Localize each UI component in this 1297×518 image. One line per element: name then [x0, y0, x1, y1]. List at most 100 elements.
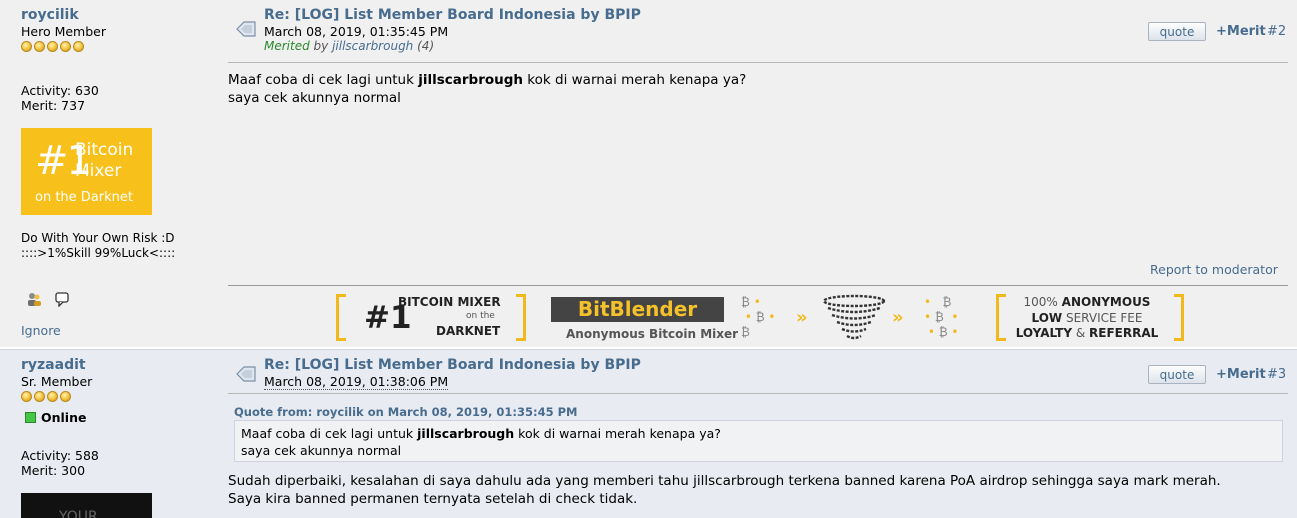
online-label: Online	[41, 410, 87, 425]
post-body: Sudah diperbaiki, kesalahan di saya dahu…	[228, 472, 1221, 508]
star-icon	[34, 391, 45, 402]
merit-button[interactable]: +Merit	[1216, 367, 1266, 382]
poster-info: ryzaadit Sr. Member Online Activity: 588…	[0, 350, 205, 518]
post-2: roycilik Hero Member Activity: 630 Merit…	[0, 0, 1297, 347]
activity-stat: Activity: 588	[21, 448, 99, 463]
signature-divider	[228, 285, 1288, 286]
post-date: March 08, 2019, 01:35:45 PM	[264, 24, 449, 39]
banner-l3: DARKNET	[436, 324, 501, 338]
quote-header-link[interactable]: Quote from: roycilik on March 08, 2019, …	[234, 405, 578, 419]
poster-info: roycilik Hero Member Activity: 630 Merit…	[0, 0, 205, 347]
bracket-left	[336, 294, 346, 341]
bitcoin-coins-icon: • ₿ • ₿ • • ₿ •	[924, 295, 959, 339]
quote-line: Maaf coba di cek lagi untuk jillscarbrou…	[241, 425, 1276, 442]
merited-count: (4)	[417, 39, 435, 53]
banner-r3a: LOYALTY	[1015, 326, 1073, 340]
star-icon	[34, 41, 45, 52]
banner-brand: BitBlender	[551, 297, 724, 322]
banner-r1b: ANONYMOUS	[1061, 295, 1151, 309]
post-3: ryzaadit Sr. Member Online Activity: 588…	[0, 349, 1297, 518]
avatar-line1: Bitcoin	[75, 140, 134, 160]
user-rank: Hero Member	[21, 24, 106, 39]
banner-r3: LOYALTY & REFERRAL	[996, 326, 1178, 341]
report-to-moderator-link[interactable]: Report to moderator	[1150, 262, 1278, 277]
avatar-line2: Mixer	[75, 161, 122, 181]
quote-button[interactable]: quote	[1148, 22, 1206, 41]
online-icon	[25, 412, 36, 423]
divider	[228, 393, 1288, 394]
merit-button[interactable]: +Merit	[1216, 24, 1266, 39]
avatar: #1 Bitcoin Mixer on the Darknet	[21, 128, 152, 215]
banner-l1: BITCOIN MIXER	[398, 295, 501, 309]
body-text: kok di warnai merah kenapa ya?	[523, 72, 747, 88]
divider	[228, 62, 1288, 63]
merited-label: Merited	[264, 39, 310, 53]
star-icon	[60, 41, 71, 52]
post-number-link[interactable]: #3	[1267, 367, 1286, 382]
star-icon	[21, 391, 32, 402]
banner-r2: LOW SERVICE FEE	[996, 311, 1178, 326]
ignore-link[interactable]: Ignore	[21, 323, 61, 338]
post-subject-link[interactable]: Re: [LOG] List Member Board Indonesia by…	[264, 7, 641, 23]
merited-by: by	[313, 39, 329, 53]
banner-l2: on the	[466, 311, 495, 321]
star-icon	[21, 41, 32, 52]
banner-brand-sub: Anonymous Bitcoin Mixer	[566, 327, 739, 341]
post-date: March 08, 2019, 01:38:06 PM	[264, 374, 449, 390]
avatar: YOUR	[21, 493, 152, 518]
quote-bold-text: jillscarbrough	[417, 426, 515, 441]
rank-stars	[21, 391, 73, 402]
bracket-right	[1174, 294, 1184, 341]
online-status: Online	[25, 410, 86, 425]
bitcoin-coins-icon: ₿ • • ₿ • ₿	[741, 295, 776, 339]
avatar-text: Bitcoin Mixer	[75, 140, 133, 182]
post-icon	[236, 21, 256, 37]
post-body-line: saya cek akunnya normal	[228, 90, 401, 106]
activity-stat: Activity: 630	[21, 83, 99, 98]
banner-r1a: 100%	[1023, 295, 1062, 309]
body-bold-text: jillscarbrough	[418, 72, 524, 88]
body-text: Maaf coba di cek lagi untuk	[228, 72, 419, 88]
banner-r3b: &	[1072, 326, 1090, 340]
post-body-line: Sudah diperbaiki, kesalahan di saya dahu…	[228, 473, 1221, 489]
star-icon	[47, 41, 58, 52]
rank-stars	[21, 41, 86, 52]
profile-icon[interactable]	[26, 291, 42, 311]
post-body-line: Maaf coba di cek lagi untuk jillscarbrou…	[228, 71, 746, 89]
user-rank: Sr. Member	[21, 374, 93, 389]
merited-user-link[interactable]: jillscarbrough	[332, 39, 413, 53]
message-icon[interactable]	[54, 291, 70, 311]
post-number-link[interactable]: #2	[1267, 24, 1286, 39]
merit-stat: Merit: 300	[21, 463, 86, 478]
avatar-line3: on the Darknet	[35, 190, 133, 205]
post-body-line: Saya kira banned permanen ternyata setel…	[228, 491, 638, 507]
personal-text: Do With Your Own Risk :D ::::>1%Skill 99…	[21, 231, 175, 261]
banner-r2b: SERVICE FEE	[1062, 311, 1143, 325]
quote-text: kok di warnai merah kenapa ya?	[514, 426, 721, 441]
star-icon	[60, 391, 71, 402]
username-link[interactable]: ryzaadit	[21, 357, 86, 373]
arrow-icon: »	[796, 307, 808, 328]
bracket-right	[516, 294, 526, 341]
post-subject-link[interactable]: Re: [LOG] List Member Board Indonesia by…	[264, 357, 641, 373]
quote-button[interactable]: quote	[1148, 365, 1206, 384]
quote-text: Maaf coba di cek lagi untuk	[241, 426, 418, 441]
star-icon	[73, 41, 84, 52]
merit-stat: Merit: 737	[21, 98, 86, 113]
tornado-icon	[822, 294, 886, 340]
post-icon	[236, 366, 256, 382]
banner-r1: 100% ANONYMOUS	[996, 295, 1178, 310]
profile-icons	[26, 291, 78, 311]
arrow-icon: »	[892, 307, 904, 328]
personal-text-line: Do With Your Own Risk :D	[21, 231, 175, 245]
quote-box: Maaf coba di cek lagi untuk jillscarbrou…	[234, 420, 1283, 462]
banner-r2a: LOW	[1031, 311, 1063, 325]
signature-banner[interactable]: #1 BITCOIN MIXER on the DARKNET BitBlend…	[336, 292, 1186, 344]
merited-line: Merited by jillscarbrough (4)	[264, 39, 434, 53]
quote-line: saya cek akunnya normal	[241, 443, 402, 458]
banner-r3c: REFERRAL	[1089, 326, 1159, 340]
star-icon	[47, 391, 58, 402]
post-body: Maaf coba di cek lagi untuk jillscarbrou…	[228, 71, 746, 107]
username-link[interactable]: roycilik	[21, 7, 79, 23]
personal-text-line: ::::>1%Skill 99%Luck<::::	[21, 246, 176, 260]
